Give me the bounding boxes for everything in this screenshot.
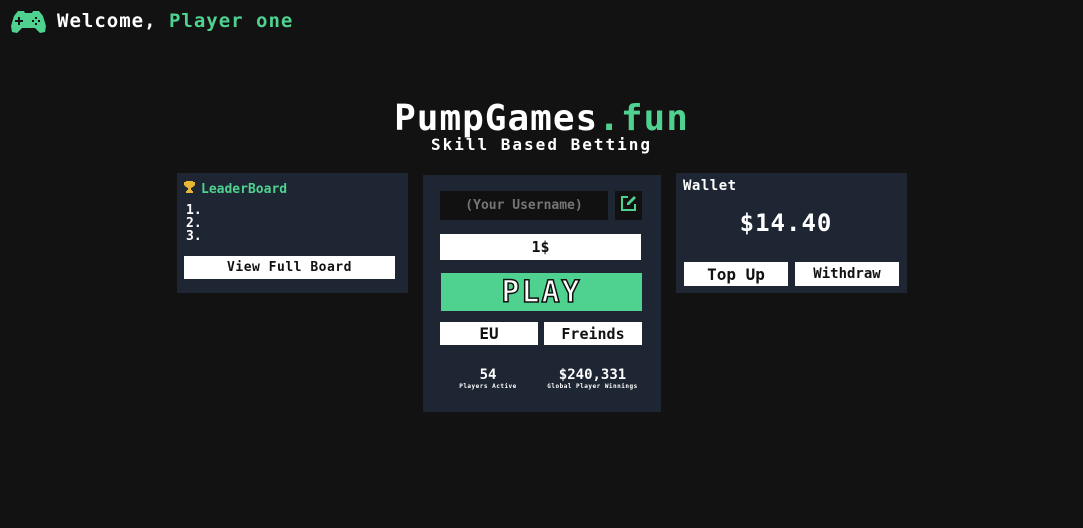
wallet-balance: $14.40 [739,209,833,237]
top-bar: Welcome, Player one [10,7,293,35]
brand-header: PumpGames.fun Skill Based Betting [0,98,1083,153]
edit-username-button[interactable] [615,191,642,220]
greeting-label: Welcome, [57,10,169,32]
region-select-button[interactable]: EU [440,322,538,345]
trophy-icon [184,181,195,197]
global-winnings-label: Global Player Winnings [547,383,638,390]
players-active-value: 54 [479,367,497,383]
site-title-accent: .fun [598,98,689,139]
wallet-title: Wallet [683,178,737,194]
game-panel: PLAY EU Freinds 54 Players Active $240,3… [423,175,661,412]
play-button[interactable]: PLAY [441,273,642,311]
site-title-main: PumpGames [394,98,599,139]
leaderboard-panel: LeaderBoard 1. 2. 3. View Full Board [177,173,408,293]
edit-icon [620,195,637,216]
wallet-panel: Wallet $14.40 Top Up Withdraw [676,173,907,293]
top-up-button[interactable]: Top Up [684,262,788,286]
site-title: PumpGames.fun [0,98,1083,140]
players-active-label: Players Active [459,383,517,390]
leaderboard-header: LeaderBoard [184,181,287,197]
welcome-text: Welcome, Player one [57,10,293,32]
leaderboard-list: 1. 2. 3. [186,204,202,243]
gamepad-icon [10,8,47,34]
view-full-board-button[interactable]: View Full Board [184,256,395,279]
withdraw-button[interactable]: Withdraw [795,262,899,286]
leaderboard-entry: 3. [186,229,202,244]
bet-amount-input[interactable] [440,234,641,260]
global-winnings-stat: $240,331 Global Player Winnings [542,367,643,391]
site-subtitle: Skill Based Betting [430,135,653,154]
leaderboard-title: LeaderBoard [201,181,288,197]
player-name: Player one [168,10,294,32]
global-winnings-value: $240,331 [558,367,627,383]
username-input[interactable] [440,191,608,220]
friends-button[interactable]: Freinds [544,322,642,345]
players-active-stat: 54 Players Active [440,367,536,391]
